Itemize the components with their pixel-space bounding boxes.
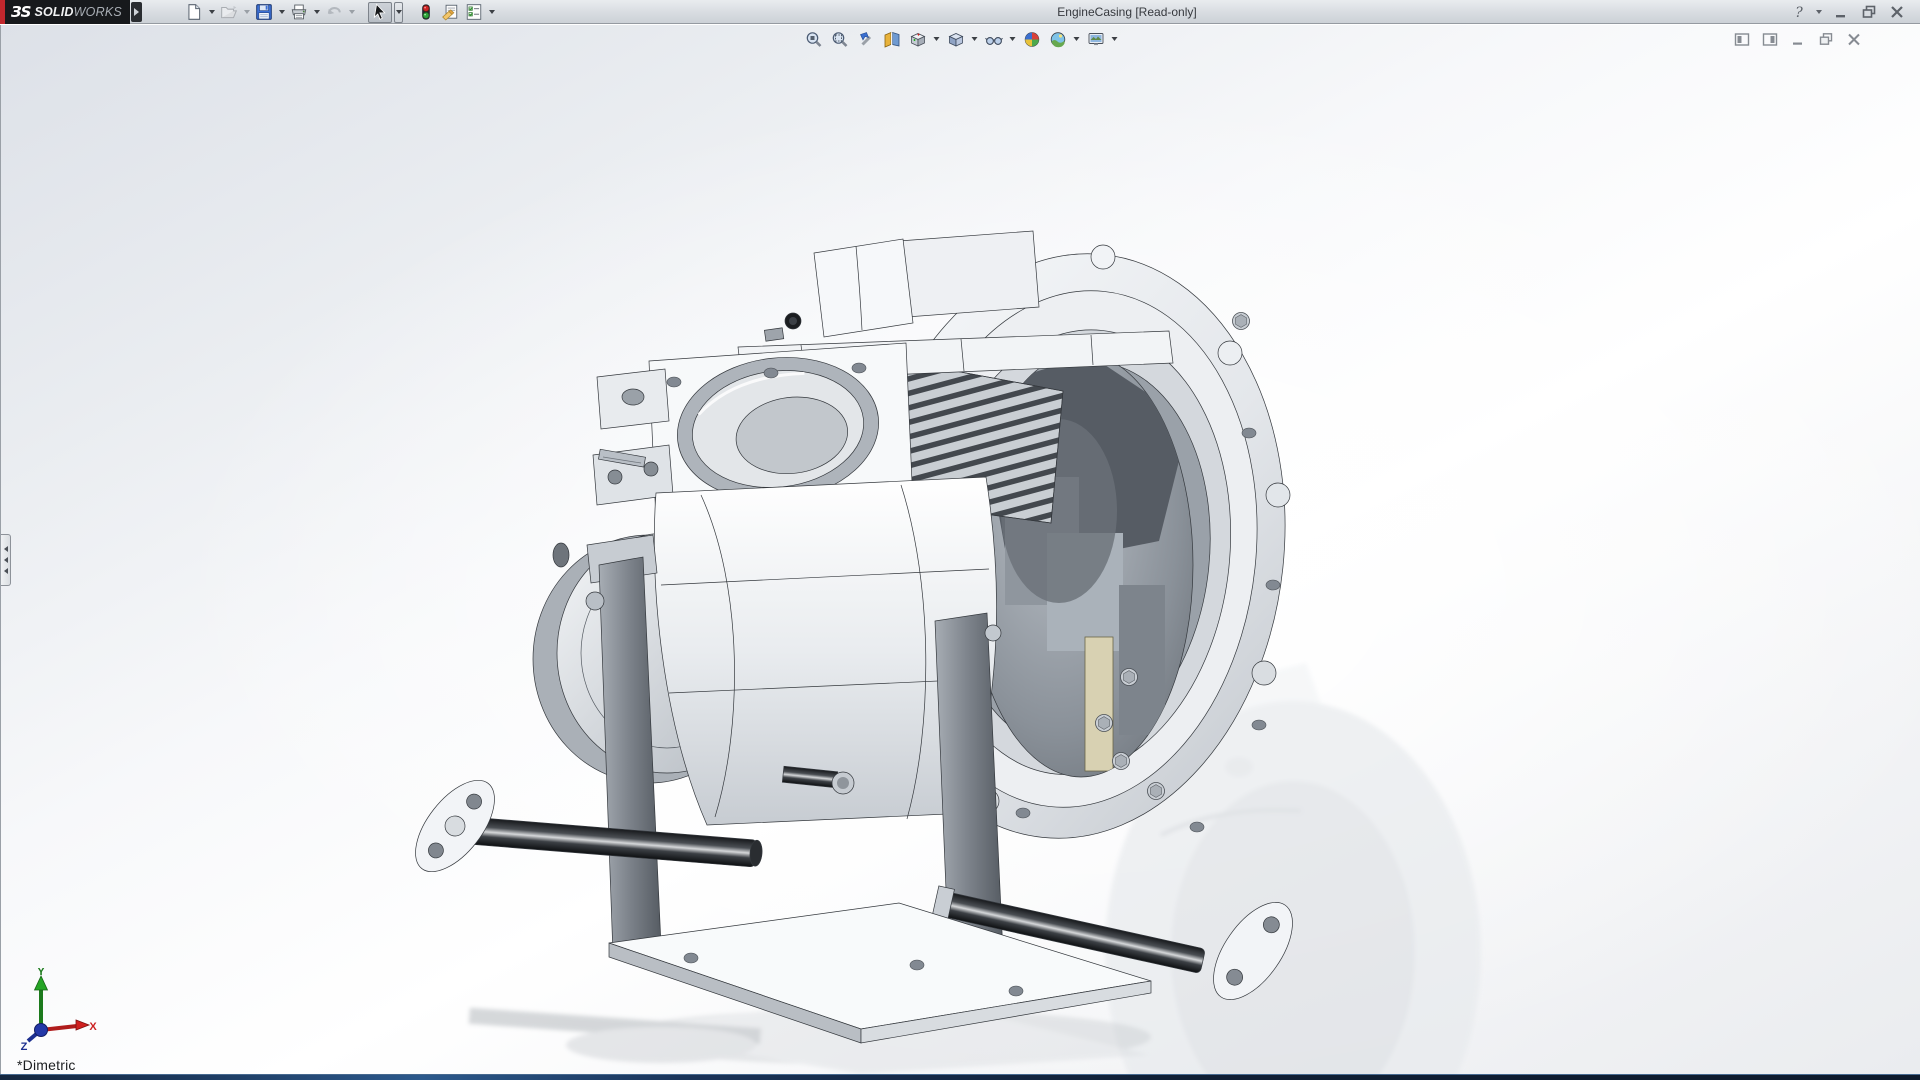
rebuild-button[interactable] <box>415 2 437 23</box>
help-button[interactable]: ? <box>1788 2 1810 22</box>
collapse-left-pane-button[interactable] <box>1732 30 1752 48</box>
print-button[interactable] <box>288 2 310 23</box>
display-style-icon <box>948 32 963 47</box>
menu-flyout-arrow[interactable] <box>131 2 142 22</box>
zoom-to-fit-button[interactable] <box>802 28 825 50</box>
document-title: EngineCasing [Read-only] <box>1057 5 1197 19</box>
new-document-button[interactable] <box>183 2 205 23</box>
section-view-button[interactable] <box>880 28 903 50</box>
save-icon <box>256 4 272 20</box>
restore-button[interactable] <box>1858 2 1880 22</box>
collapse-left-pane-icon <box>1734 32 1750 46</box>
print-icon <box>291 4 307 20</box>
minimize-document-icon <box>1793 42 1802 45</box>
select-tool-dropdown[interactable] <box>394 1 403 23</box>
solidworks-logo: ЗS SOLID WORKS <box>0 0 130 24</box>
apply-scene-button[interactable] <box>1046 28 1069 50</box>
zoom-to-fit-icon <box>806 31 821 47</box>
minimize-icon <box>1836 15 1845 18</box>
view-orientation-icon <box>910 32 925 47</box>
graphics-viewport[interactable]: Y X Z *Dimetric <box>0 25 1920 1074</box>
heads-up-view-toolbar <box>802 28 1119 50</box>
close-icon <box>1891 6 1903 18</box>
expand-arrow-icon <box>3 557 8 563</box>
save-dropdown[interactable] <box>277 2 286 23</box>
view-orientation-dropdown[interactable] <box>932 29 941 50</box>
open-document-button[interactable] <box>218 2 240 23</box>
triad-z-label: Z <box>21 1041 28 1050</box>
section-view-icon <box>884 31 899 48</box>
view-settings-button[interactable] <box>1084 28 1107 50</box>
taskbar-strip <box>0 1074 1920 1080</box>
engine-casing-model[interactable] <box>1 25 1920 1074</box>
help-dropdown[interactable] <box>1816 10 1824 14</box>
close-button[interactable] <box>1886 2 1908 22</box>
expand-right-pane-button[interactable] <box>1760 30 1780 48</box>
previous-view-button[interactable] <box>854 28 877 50</box>
edit-appearance-button[interactable] <box>1020 28 1043 50</box>
svg-text:?: ? <box>1795 5 1803 20</box>
display-style-dropdown[interactable] <box>970 29 979 50</box>
zoom-to-area-button[interactable] <box>828 28 851 50</box>
logo-solid-text: SOLID <box>34 5 74 19</box>
triad-x-label: X <box>89 1021 97 1033</box>
hide-show-items-icon <box>984 36 1003 45</box>
options-dropdown[interactable] <box>487 2 496 23</box>
print-dropdown[interactable] <box>312 2 321 23</box>
undo-button[interactable] <box>323 2 345 23</box>
save-button[interactable] <box>253 2 275 23</box>
edit-appearance-icon <box>1024 31 1039 47</box>
display-style-button[interactable] <box>944 28 967 50</box>
open-document-dropdown[interactable] <box>242 2 251 23</box>
expand-arrow-icon <box>3 568 8 574</box>
undo-icon <box>327 7 341 15</box>
view-orientation-button[interactable] <box>906 28 929 50</box>
feature-manager-collapsed-tab[interactable] <box>1 534 11 586</box>
document-window-controls <box>1732 30 1864 48</box>
restore-document-icon <box>1819 32 1833 45</box>
close-document-icon <box>1848 33 1860 45</box>
view-settings-icon <box>1088 32 1103 45</box>
restore-icon <box>1862 5 1876 18</box>
hide-show-items-button[interactable] <box>982 28 1005 50</box>
rebuild-traffic-light-icon <box>422 4 430 20</box>
titlebar: ЗS SOLID WORKS EngineCasing [Read-only] … <box>0 0 1920 24</box>
help-icon: ? <box>1795 5 1803 20</box>
minimize-button[interactable] <box>1830 2 1852 22</box>
options-checklist-icon <box>466 4 482 20</box>
new-document-dropdown[interactable] <box>207 2 216 23</box>
view-orientation-label: *Dimetric <box>17 1057 76 1073</box>
hide-show-items-dropdown[interactable] <box>1008 29 1017 50</box>
restore-document-button[interactable] <box>1816 30 1836 48</box>
apply-scene-icon <box>1050 31 1065 47</box>
triad-y-label: Y <box>37 968 45 978</box>
new-document-icon <box>188 4 201 20</box>
select-cursor-icon <box>373 3 386 20</box>
previous-view-icon <box>859 31 871 46</box>
expand-arrow-icon <box>3 546 8 552</box>
options-button[interactable] <box>463 2 485 23</box>
view-settings-dropdown[interactable] <box>1110 29 1119 50</box>
solidworks-window: ЗS SOLID WORKS EngineCasing [Read-only] … <box>0 0 1920 1080</box>
undo-dropdown[interactable] <box>347 2 356 23</box>
select-tool-button[interactable] <box>368 1 392 23</box>
close-document-button[interactable] <box>1844 30 1864 48</box>
window-controls: ? <box>1788 1 1908 23</box>
zoom-to-area-icon <box>832 31 847 47</box>
logo-3ds-mark: ЗS <box>11 3 31 21</box>
expand-right-pane-icon <box>1762 32 1778 46</box>
open-document-icon <box>220 5 238 19</box>
file-properties-button[interactable] <box>439 2 461 23</box>
file-properties-icon <box>442 4 458 21</box>
apply-scene-dropdown[interactable] <box>1072 29 1081 50</box>
logo-works-text: WORKS <box>73 5 122 19</box>
minimize-document-button[interactable] <box>1788 30 1808 48</box>
reference-triad: Y X Z <box>21 968 97 1050</box>
standard-toolbar <box>183 1 496 23</box>
